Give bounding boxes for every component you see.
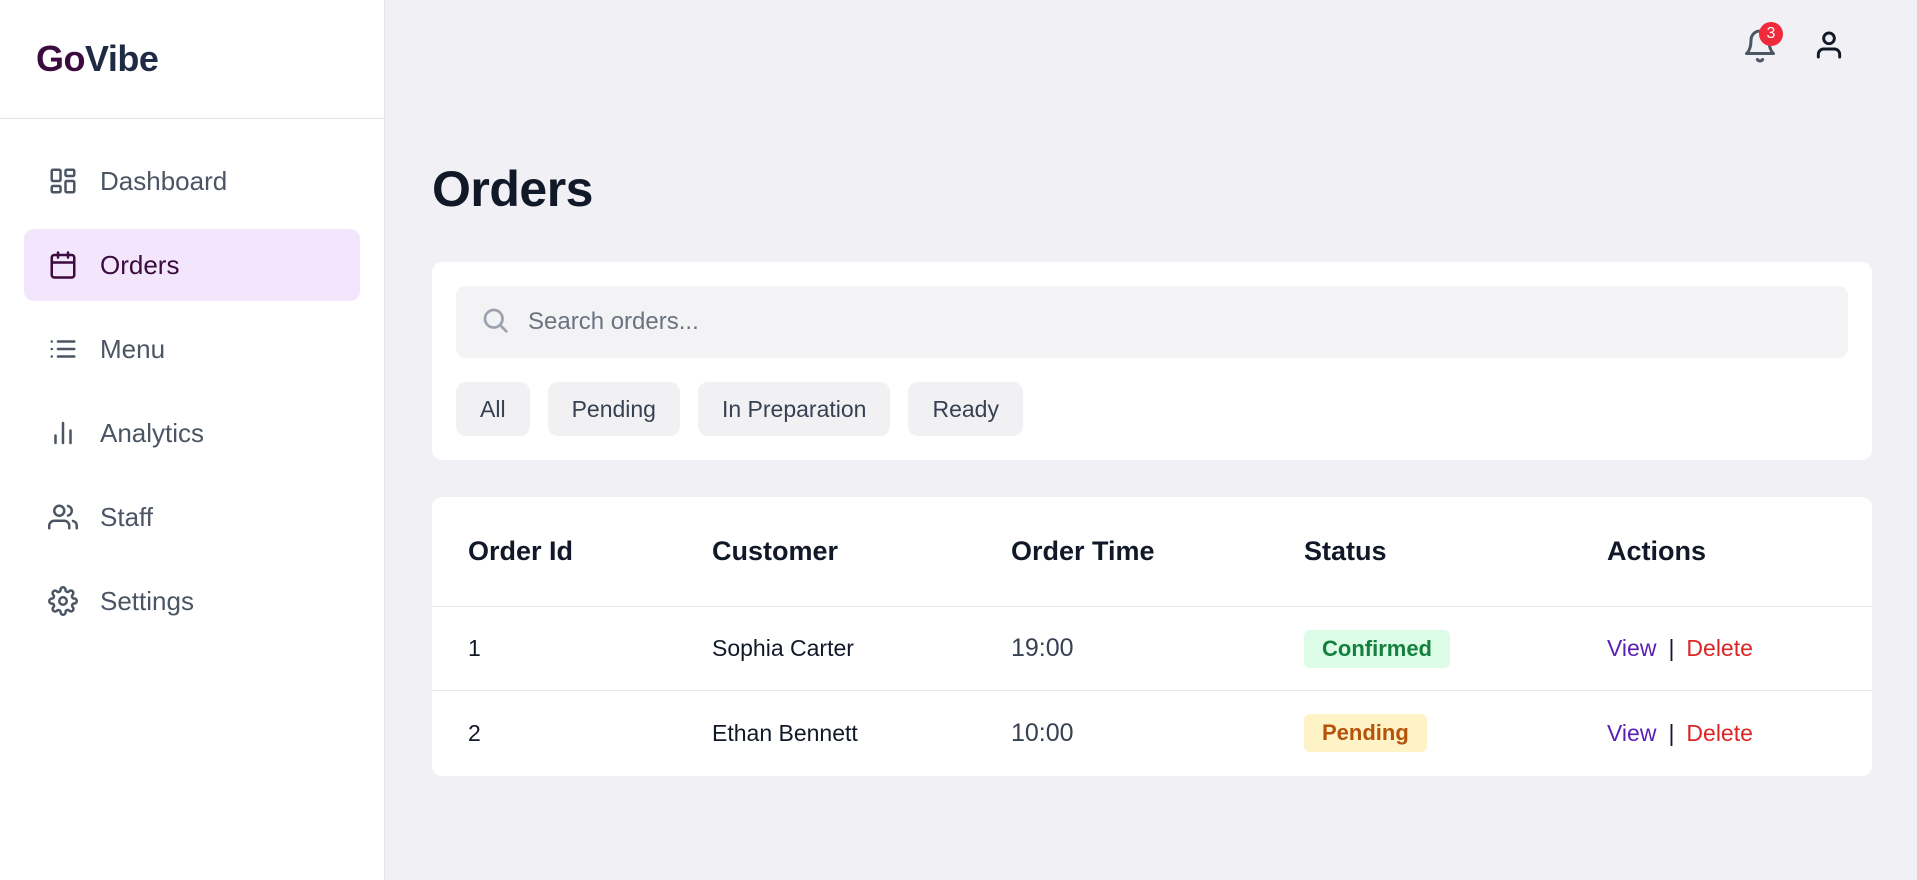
filter-ready-button[interactable]: Ready <box>908 382 1023 436</box>
sidebar-item-label: Analytics <box>100 417 205 448</box>
sidebar-item-orders[interactable]: Orders <box>24 229 360 301</box>
list-icon <box>48 334 78 364</box>
delete-order-link[interactable]: Delete <box>1686 635 1752 662</box>
actions-cell: View | Delete <box>1607 635 1753 662</box>
orders-table: Order Id Customer Order Time Status Acti… <box>432 497 1872 776</box>
filter-card: All Pending In Preparation Ready <box>432 262 1872 460</box>
app-root: GoVibe Dashboard Orders Menu Analytics S… <box>0 0 1917 880</box>
sidebar-item-label: Orders <box>100 249 180 280</box>
page-title: Orders <box>432 161 593 217</box>
sidebar-item-label: Staff <box>100 501 154 532</box>
brand-logo-part-go: Go <box>36 38 86 79</box>
table-row: 2 Ethan Bennett 10:00 Pending View | Del… <box>432 691 1872 775</box>
action-separator: | <box>1668 635 1675 661</box>
action-separator: | <box>1668 719 1675 746</box>
order-id-cell: 1 <box>468 635 481 661</box>
filter-in-preparation-button[interactable]: In Preparation <box>697 382 891 436</box>
dashboard-icon <box>48 166 78 196</box>
actions-cell: View | Delete <box>1607 720 1753 747</box>
sidebar-item-label: Settings <box>100 585 194 616</box>
view-order-link[interactable]: View <box>1607 635 1656 662</box>
brand-header: GoVibe <box>0 0 384 119</box>
sidebar: GoVibe Dashboard Orders Menu Analytics S… <box>0 0 385 880</box>
users-icon <box>48 502 78 532</box>
sidebar-item-analytics[interactable]: Analytics <box>24 397 360 469</box>
status-badge: Pending <box>1304 714 1427 752</box>
order-time-cell: 19:00 <box>1011 634 1074 662</box>
column-header-order-time[interactable]: Order Time <box>1011 536 1155 567</box>
view-order-link[interactable]: View <box>1607 720 1656 747</box>
column-header-status[interactable]: Status <box>1304 536 1387 567</box>
customer-cell: Ethan Bennett <box>712 719 858 746</box>
user-profile-button[interactable] <box>1813 28 1845 62</box>
sidebar-item-menu[interactable]: Menu <box>24 313 360 385</box>
main-content: 3 Orders All Pending In Preparation Read… <box>385 0 1917 880</box>
order-id-cell: 2 <box>468 719 481 746</box>
sidebar-item-dashboard[interactable]: Dashboard <box>24 145 360 217</box>
column-header-actions: Actions <box>1607 536 1707 566</box>
filter-all-button[interactable]: All <box>456 382 530 436</box>
sidebar-nav: Dashboard Orders Menu Analytics Staff Se… <box>0 119 384 675</box>
customer-cell: Sophia Carter <box>712 635 854 661</box>
status-cell: Confirmed <box>1304 629 1450 668</box>
column-header-order-id[interactable]: Order Id <box>468 536 573 567</box>
status-filter-chips: All Pending In Preparation Ready <box>456 382 1023 436</box>
sidebar-item-settings[interactable]: Settings <box>24 565 360 637</box>
table-header-row: Order Id Customer Order Time Status Acti… <box>432 497 1872 607</box>
brand-logo-part-vibe: Vibe <box>85 38 159 79</box>
status-cell: Pending <box>1304 714 1427 752</box>
brand-logo[interactable]: GoVibe <box>36 38 159 80</box>
table-row: 1 Sophia Carter 19:00 Confirmed View | D… <box>432 607 1872 691</box>
bell-icon <box>1742 29 1778 68</box>
search-input[interactable] <box>528 308 1828 336</box>
search-bar[interactable] <box>456 286 1848 358</box>
column-header-customer[interactable]: Customer <box>712 536 838 567</box>
calendar-icon <box>48 250 78 280</box>
top-bar: 3 <box>385 0 1917 92</box>
notification-count-badge: 3 <box>1759 22 1783 46</box>
status-badge: Confirmed <box>1304 629 1450 668</box>
sidebar-item-staff[interactable]: Staff <box>24 481 360 553</box>
bar-chart-icon <box>48 418 78 448</box>
user-icon <box>1813 31 1845 66</box>
sidebar-item-label: Dashboard <box>100 165 228 196</box>
gear-icon <box>48 586 78 616</box>
delete-order-link[interactable]: Delete <box>1686 720 1752 747</box>
search-icon <box>480 305 510 340</box>
sidebar-item-label: Menu <box>100 333 166 364</box>
order-time-cell: 10:00 <box>1011 718 1074 747</box>
filter-pending-button[interactable]: Pending <box>547 382 680 436</box>
